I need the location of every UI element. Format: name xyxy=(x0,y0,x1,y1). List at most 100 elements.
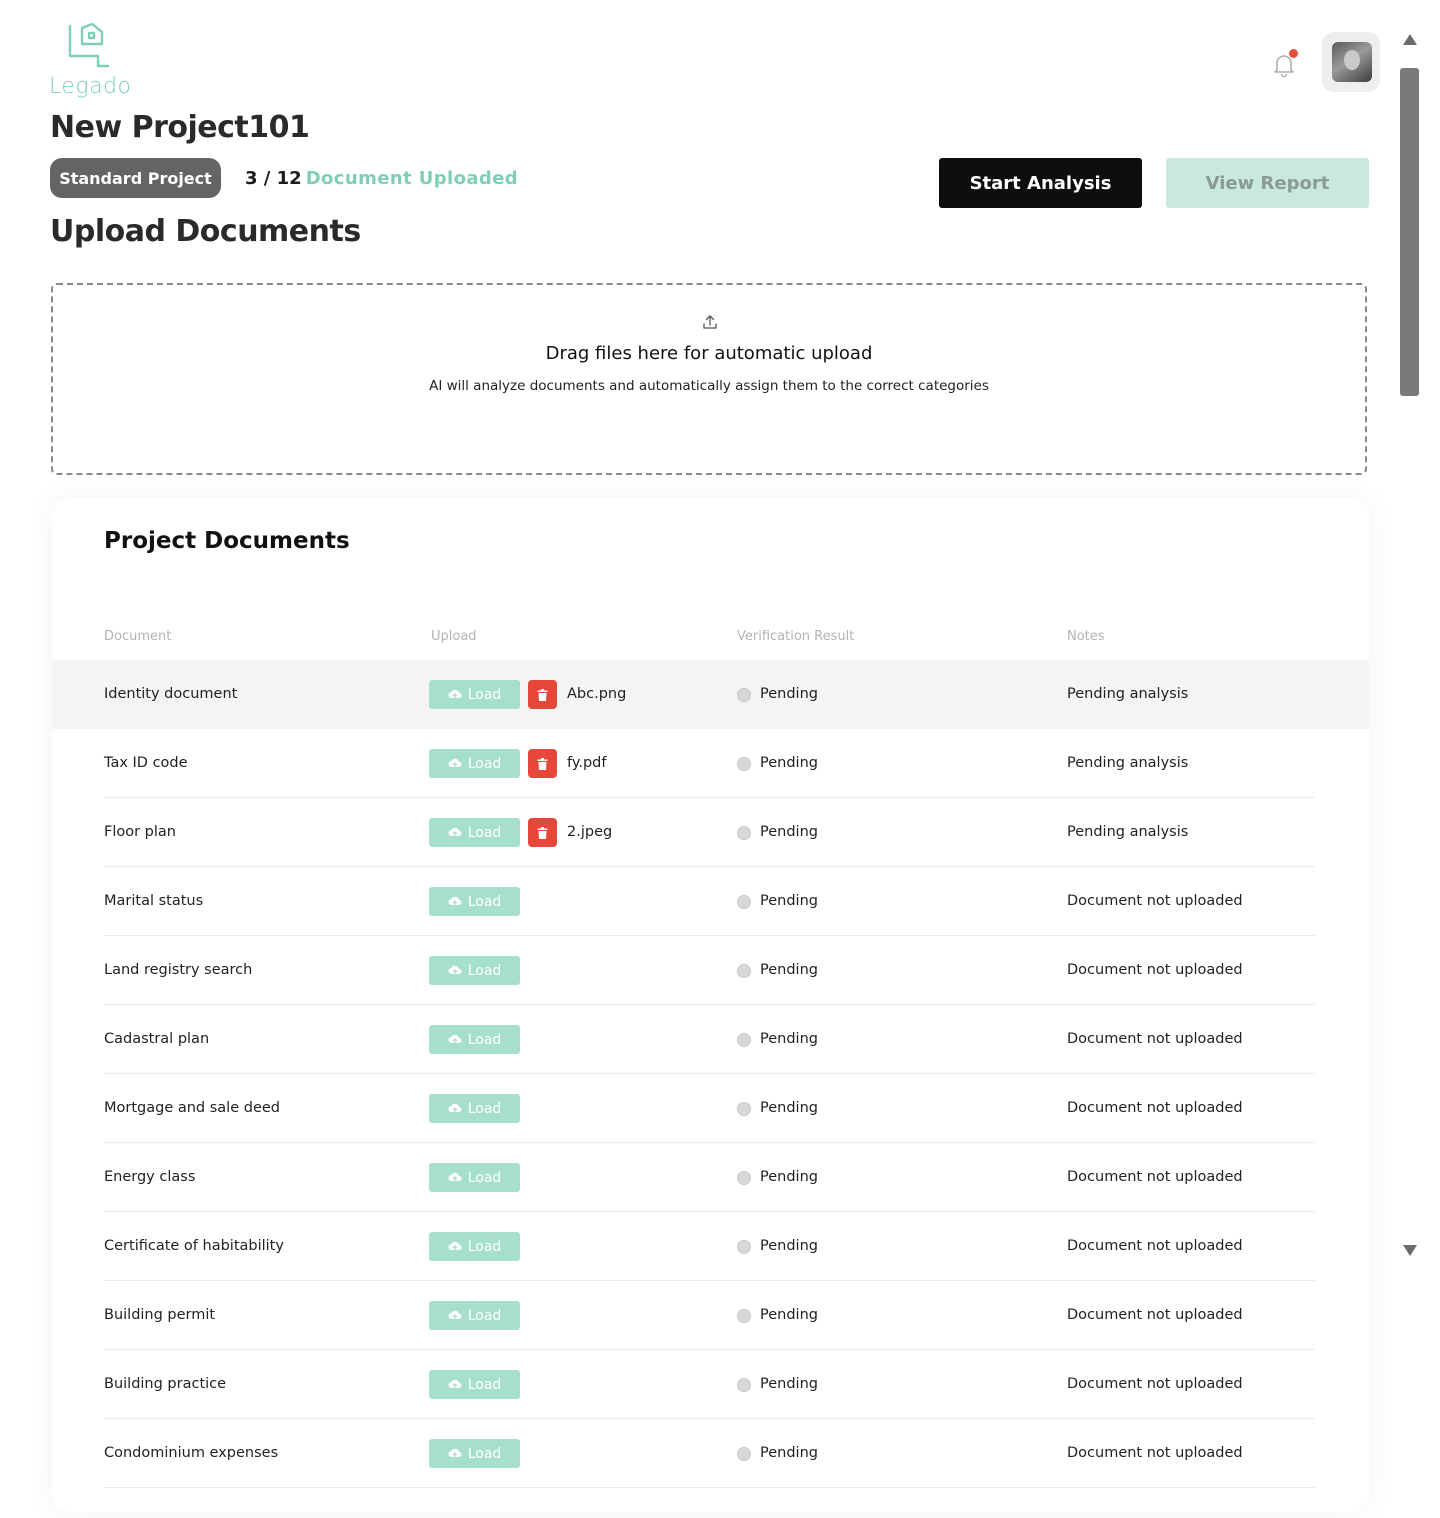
load-button[interactable]: Load xyxy=(429,1094,520,1123)
load-label: Load xyxy=(467,755,502,772)
document-name: Condominium expenses xyxy=(104,1445,279,1461)
document-name: Building practice xyxy=(104,1376,227,1392)
house-logo-icon xyxy=(68,22,110,68)
document-note: Pending analysis xyxy=(1067,755,1189,771)
verification-status: Pending xyxy=(760,1238,818,1254)
dropzone-title: Drag files here for automatic upload xyxy=(545,343,873,364)
load-label: Load xyxy=(467,1100,502,1117)
document-note: Document not uploaded xyxy=(1067,1100,1243,1116)
status-indicator-icon xyxy=(737,1102,751,1116)
document-name: Tax ID code xyxy=(104,755,188,771)
table-row: Mortgage and sale deed Load Pending Documen… xyxy=(52,1074,1369,1143)
document-note: Pending analysis xyxy=(1067,824,1189,840)
column-header-upload: Upload xyxy=(431,629,477,644)
project-documents-card: Project Documents Document Upload Verifi… xyxy=(52,498,1369,1512)
document-note: Document not uploaded xyxy=(1067,1238,1243,1254)
load-button[interactable]: Load xyxy=(429,887,520,916)
delete-file-button[interactable] xyxy=(528,749,557,778)
cloud-upload-icon xyxy=(448,758,462,769)
document-note: Document not uploaded xyxy=(1067,1307,1243,1323)
document-note: Document not uploaded xyxy=(1067,1376,1243,1392)
load-label: Load xyxy=(467,1031,502,1048)
status-indicator-icon xyxy=(737,1240,751,1254)
status-indicator-icon xyxy=(737,826,751,840)
verification-status: Pending xyxy=(760,755,818,771)
status-indicator-icon xyxy=(737,1447,751,1461)
load-button[interactable]: Load xyxy=(429,1301,520,1330)
column-header-document: Document xyxy=(104,629,172,644)
load-button[interactable]: Load xyxy=(429,1439,520,1468)
cloud-upload-icon xyxy=(448,896,462,907)
view-report-button[interactable]: View Report xyxy=(1166,158,1369,208)
row-divider xyxy=(104,1487,1315,1488)
load-button[interactable]: Load xyxy=(429,1370,520,1399)
upload-count: 3 / 12 Document Uploaded xyxy=(245,168,518,189)
load-button[interactable]: Load xyxy=(429,680,520,709)
document-name: Certificate of habitability xyxy=(104,1238,284,1254)
cloud-upload-icon xyxy=(448,1241,462,1252)
load-label: Load xyxy=(467,1238,502,1255)
status-indicator-icon xyxy=(737,1033,751,1047)
table-row: Building practice Load Pending Document not… xyxy=(52,1350,1369,1419)
cloud-upload-icon xyxy=(448,1172,462,1183)
load-label: Load xyxy=(467,1169,502,1186)
status-indicator-icon xyxy=(737,1378,751,1392)
delete-file-button[interactable] xyxy=(528,818,557,847)
cloud-upload-icon xyxy=(448,1103,462,1114)
status-indicator-icon xyxy=(737,757,751,771)
upload-dropzone[interactable]: Drag files here for automatic upload AI … xyxy=(51,283,1367,475)
document-name: Mortgage and sale deed xyxy=(104,1100,280,1116)
load-button[interactable]: Load xyxy=(429,1232,520,1261)
status-indicator-icon xyxy=(737,1309,751,1323)
document-name: Marital status xyxy=(104,893,204,909)
table-row: Condominium expenses Load Pending Document … xyxy=(52,1419,1369,1488)
cloud-upload-icon xyxy=(448,1448,462,1459)
document-note: Document not uploaded xyxy=(1067,1031,1243,1047)
status-indicator-icon xyxy=(737,688,751,702)
load-button[interactable]: Load xyxy=(429,749,520,778)
load-button[interactable]: Load xyxy=(429,956,520,985)
table-row: Land registry search Load Pending Document … xyxy=(52,936,1369,1005)
document-name: Cadastral plan xyxy=(104,1031,210,1047)
verification-status: Pending xyxy=(760,1307,818,1323)
document-note: Document not uploaded xyxy=(1067,893,1243,909)
verification-status: Pending xyxy=(760,1031,818,1047)
notification-dot xyxy=(1289,49,1298,58)
scroll-up-arrow-icon[interactable] xyxy=(1403,34,1417,45)
load-label: Load xyxy=(467,962,502,979)
status-indicator-icon xyxy=(737,1171,751,1185)
verification-status: Pending xyxy=(760,686,818,702)
document-name: Building permit xyxy=(104,1307,216,1323)
column-header-verification: Verification Result xyxy=(737,629,855,644)
upload-icon xyxy=(703,315,717,329)
verification-status: Pending xyxy=(760,893,818,909)
table-row: Energy class Load Pending Document not uplo… xyxy=(52,1143,1369,1212)
scrollbar-thumb[interactable] xyxy=(1400,68,1419,396)
user-avatar-button[interactable] xyxy=(1322,32,1380,92)
verification-status: Pending xyxy=(760,1169,818,1185)
upload-heading: Upload Documents xyxy=(50,214,361,249)
table-row: Tax ID code Load fy.pdf Pending Pending anal… xyxy=(52,729,1369,798)
brand-logo[interactable]: Legado xyxy=(48,22,140,102)
load-label: Load xyxy=(467,1307,502,1324)
scroll-down-arrow-icon[interactable] xyxy=(1403,1245,1417,1256)
verification-status: Pending xyxy=(760,962,818,978)
verification-status: Pending xyxy=(760,1445,818,1461)
table-row: Certificate of habitability Load Pending Do… xyxy=(52,1212,1369,1281)
load-button[interactable]: Load xyxy=(429,1025,520,1054)
load-button[interactable]: Load xyxy=(429,1163,520,1192)
status-indicator-icon xyxy=(737,964,751,978)
table-row: Cadastral plan Load Pending Document not up… xyxy=(52,1005,1369,1074)
document-name: Identity document xyxy=(104,686,238,702)
load-button[interactable]: Load xyxy=(429,818,520,847)
delete-file-button[interactable] xyxy=(528,680,557,709)
trash-icon xyxy=(537,826,548,839)
status-indicator-icon xyxy=(737,895,751,909)
column-header-notes: Notes xyxy=(1067,629,1105,644)
file-name: 2.jpeg xyxy=(567,824,613,840)
document-note: Document not uploaded xyxy=(1067,1169,1243,1185)
start-analysis-button[interactable]: Start Analysis xyxy=(939,158,1142,208)
document-name: Floor plan xyxy=(104,824,176,840)
load-label: Load xyxy=(467,1376,502,1393)
cloud-upload-icon xyxy=(448,1310,462,1321)
